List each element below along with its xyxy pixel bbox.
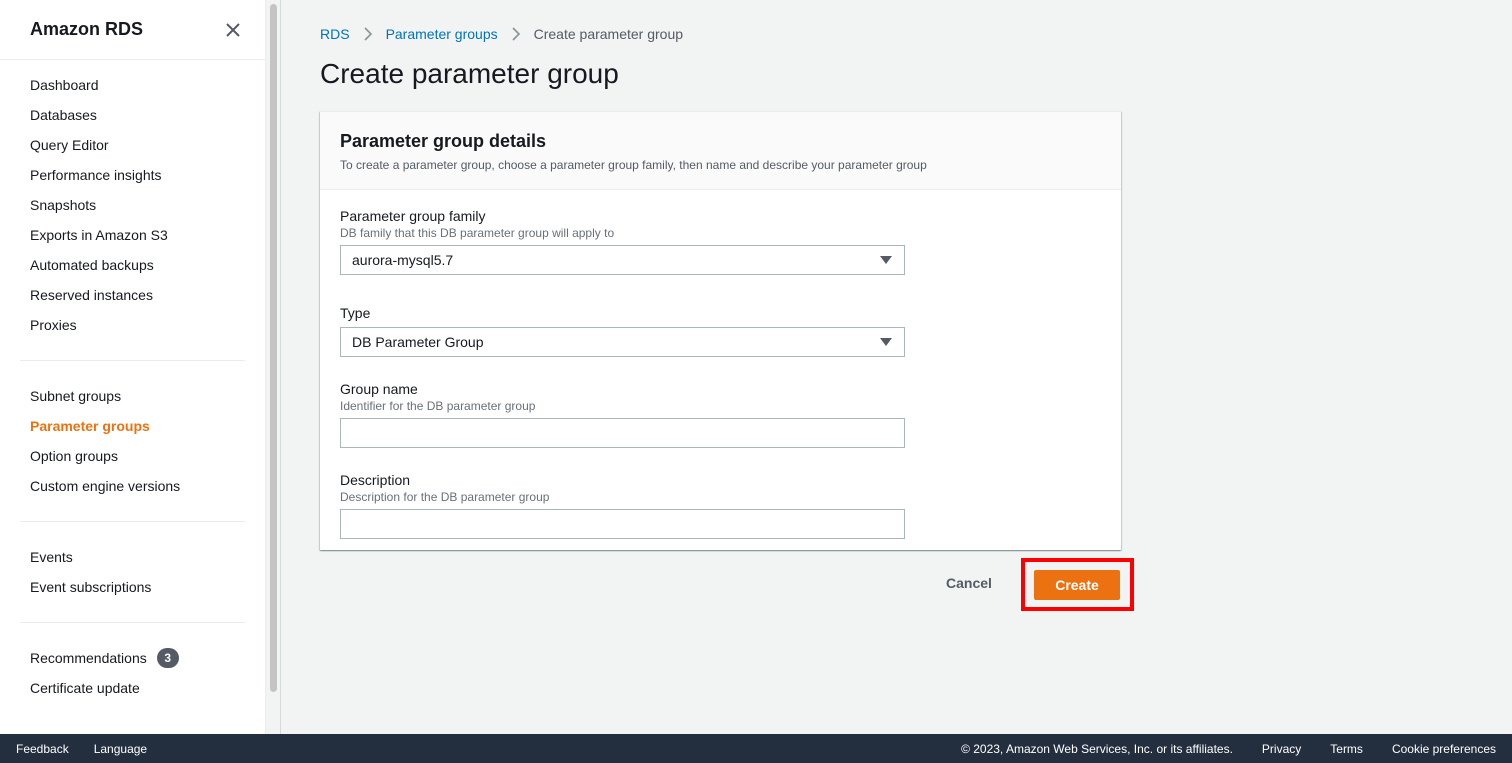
footer-right: © 2023, Amazon Web Services, Inc. or its… — [961, 742, 1512, 756]
sidebar-item-label: Databases — [30, 107, 97, 123]
group-name-label: Group name — [340, 381, 418, 397]
sidebar-item-label: Subnet groups — [30, 388, 122, 404]
sidebar-item-label: Automated backups — [30, 257, 154, 273]
sidebar-item-label: Snapshots — [30, 197, 97, 213]
footer-privacy-link[interactable]: Privacy — [1262, 742, 1301, 756]
sidebar-item-label: Query Editor — [30, 137, 109, 153]
sidebar: Amazon RDS Dashboard Databases Query Edi… — [0, 0, 266, 734]
type-select[interactable]: DB Parameter Group — [340, 327, 905, 357]
sidebar-item-label: Performance insights — [30, 167, 162, 183]
sidebar-item-certificate-update[interactable]: Certificate update — [0, 673, 265, 703]
panel-title: Parameter group details — [340, 131, 547, 151]
nav-group-recommendations: Recommendations 3 Certificate update — [0, 633, 265, 713]
sidebar-item-label: Parameter groups — [30, 418, 150, 434]
type-field: Type DB Parameter Group — [340, 305, 1101, 357]
panel-body: Parameter group family DB family that th… — [320, 190, 1121, 539]
sidebar-item-proxies[interactable]: Proxies — [0, 310, 265, 340]
description-label: Description — [340, 472, 411, 488]
sidebar-item-label: Event subscriptions — [30, 579, 152, 595]
sidebar-item-label: Exports in Amazon S3 — [30, 227, 168, 243]
type-label: Type — [340, 305, 371, 321]
chevron-right-icon — [512, 27, 520, 41]
sidebar-item-label: Reserved instances — [30, 287, 153, 303]
nav-divider — [20, 521, 245, 522]
sidebar-item-label: Custom engine versions — [30, 478, 181, 494]
parameter-group-details-panel: Parameter group details To create a para… — [320, 111, 1121, 550]
panel-subtitle: To create a parameter group, choose a pa… — [340, 158, 927, 172]
family-select[interactable]: aurora-mysql5.7 — [340, 245, 905, 275]
sidebar-item-event-subscriptions[interactable]: Event subscriptions — [0, 572, 265, 602]
family-description: DB family that this DB parameter group w… — [340, 226, 615, 240]
cancel-button[interactable]: Cancel — [946, 575, 992, 591]
main-content: RDS Parameter groups Create parameter gr… — [282, 0, 1512, 734]
nav-group-events: Events Event subscriptions — [0, 532, 265, 612]
sidebar-item-label: Recommendations — [30, 650, 147, 666]
sidebar-item-label: Events — [30, 549, 73, 565]
sidebar-item-databases[interactable]: Databases — [0, 100, 265, 130]
breadcrumb: RDS Parameter groups Create parameter gr… — [320, 26, 683, 42]
footer-terms-link[interactable]: Terms — [1330, 742, 1363, 756]
caret-down-icon — [880, 256, 892, 264]
sidebar-item-dashboard[interactable]: Dashboard — [0, 70, 265, 100]
sidebar-item-automated-backups[interactable]: Automated backups — [0, 250, 265, 280]
nav-group-main: Dashboard Databases Query Editor Perform… — [0, 60, 265, 350]
sidebar-item-reserved-instances[interactable]: Reserved instances — [0, 280, 265, 310]
footer: Feedback Language © 2023, Amazon Web Ser… — [0, 734, 1512, 763]
sidebar-item-label: Option groups — [30, 448, 118, 464]
footer-language-link[interactable]: Language — [94, 742, 147, 756]
scrollbar-thumb[interactable] — [270, 4, 277, 692]
description-field: Description Description for the DB param… — [340, 472, 1101, 539]
chevron-right-icon — [363, 27, 372, 41]
sidebar-item-subnet-groups[interactable]: Subnet groups — [0, 381, 265, 411]
nav-group-config: Subnet groups Parameter groups Option gr… — [0, 371, 265, 511]
nav-divider — [20, 622, 245, 623]
breadcrumb-link-parameter-groups[interactable]: Parameter groups — [386, 26, 498, 42]
sidebar-scrollbar[interactable] — [266, 0, 281, 734]
sidebar-item-option-groups[interactable]: Option groups — [0, 441, 265, 471]
sidebar-item-recommendations[interactable]: Recommendations 3 — [0, 643, 265, 673]
sidebar-item-parameter-groups[interactable]: Parameter groups — [0, 411, 265, 441]
page-title: Create parameter group — [320, 58, 619, 89]
group-name-field: Group name Identifier for the DB paramet… — [340, 381, 1101, 448]
sidebar-item-label: Certificate update — [30, 680, 140, 696]
footer-feedback-link[interactable]: Feedback — [16, 742, 69, 756]
sidebar-header: Amazon RDS — [0, 0, 265, 60]
breadcrumb-link-rds[interactable]: RDS — [320, 26, 350, 42]
breadcrumb-current: Create parameter group — [533, 26, 684, 42]
sidebar-title: Amazon RDS — [30, 19, 144, 39]
create-button[interactable]: Create — [1034, 570, 1120, 600]
type-selected-value: DB Parameter Group — [352, 334, 484, 350]
panel-header: Parameter group details To create a para… — [320, 112, 1121, 190]
footer-cookie-preferences-link[interactable]: Cookie preferences — [1392, 742, 1496, 756]
sidebar-item-events[interactable]: Events — [0, 542, 265, 572]
close-sidebar-button[interactable] — [223, 20, 243, 40]
sidebar-item-label: Dashboard — [30, 77, 99, 93]
sidebar-item-custom-engine-versions[interactable]: Custom engine versions — [0, 471, 265, 501]
close-icon — [226, 22, 240, 37]
sidebar-item-label: Proxies — [30, 317, 77, 333]
family-label: Parameter group family — [340, 208, 486, 224]
recommendations-count-badge: 3 — [156, 648, 179, 668]
sidebar-item-snapshots[interactable]: Snapshots — [0, 190, 265, 220]
group-name-input[interactable] — [340, 418, 905, 448]
description-input[interactable] — [340, 509, 905, 539]
description-description: Description for the DB parameter group — [340, 490, 550, 504]
sidebar-item-exports-s3[interactable]: Exports in Amazon S3 — [0, 220, 265, 250]
nav-divider — [20, 360, 245, 361]
caret-down-icon — [880, 338, 892, 346]
footer-copyright: © 2023, Amazon Web Services, Inc. or its… — [961, 741, 1233, 756]
family-field: Parameter group family DB family that th… — [340, 208, 1101, 275]
footer-left: Feedback Language — [0, 742, 172, 756]
sidebar-item-performance-insights[interactable]: Performance insights — [0, 160, 265, 190]
group-name-description: Identifier for the DB parameter group — [340, 399, 536, 413]
sidebar-item-query-editor[interactable]: Query Editor — [0, 130, 265, 160]
family-selected-value: aurora-mysql5.7 — [352, 252, 454, 268]
